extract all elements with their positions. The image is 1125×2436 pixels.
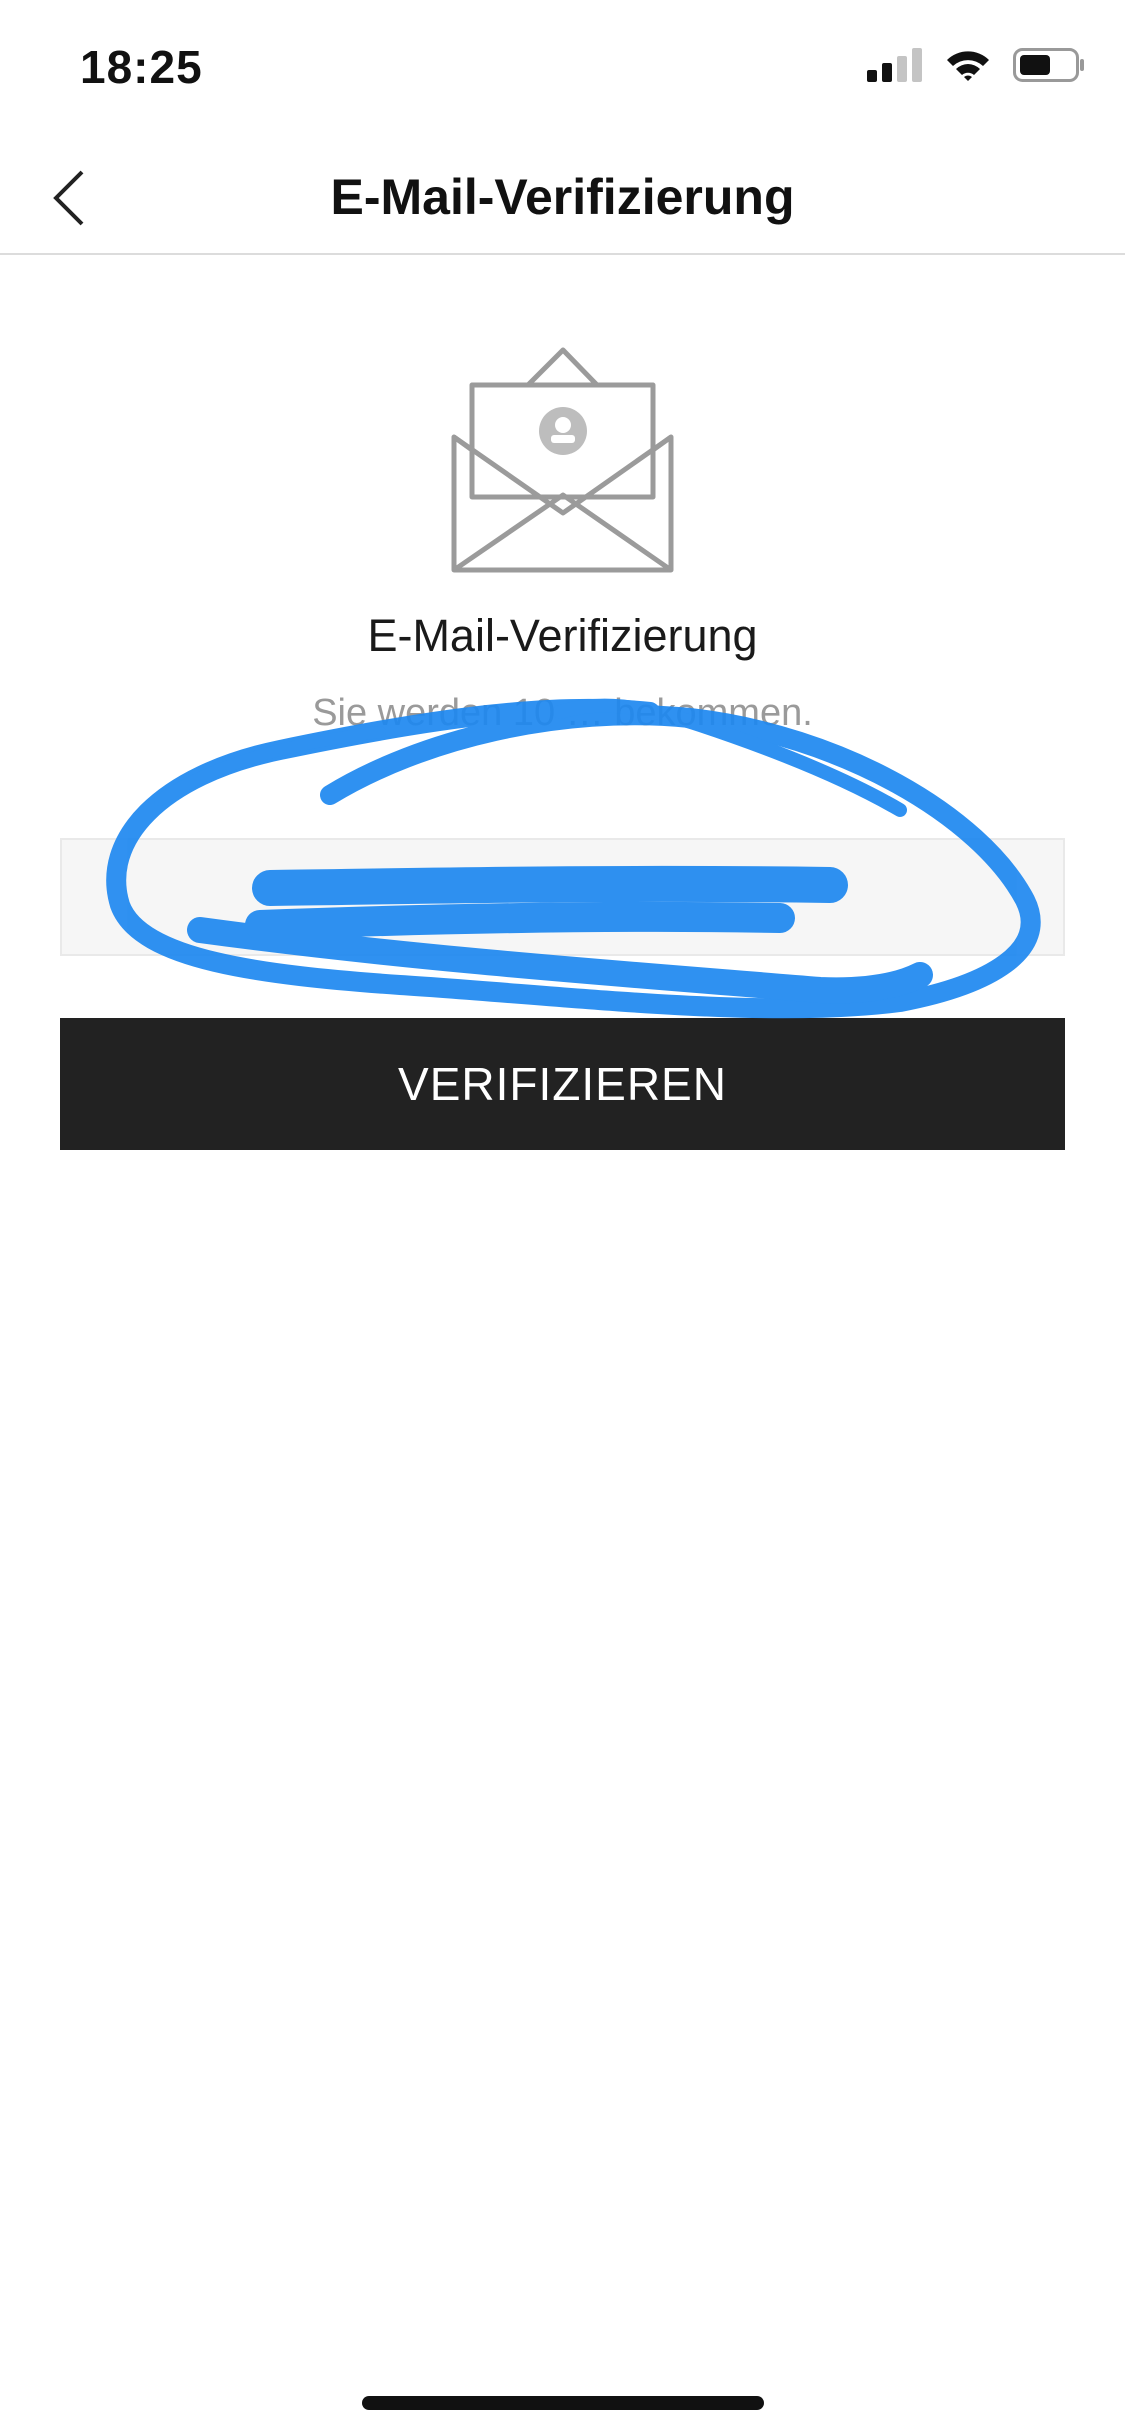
page-title: E-Mail-Verifizierung	[330, 169, 795, 225]
status-icons	[867, 48, 1085, 82]
envelope-letter-icon	[451, 347, 674, 573]
battery-icon	[1013, 48, 1084, 82]
verification-code-input[interactable]	[60, 838, 1065, 956]
signal-icon	[867, 48, 922, 82]
home-indicator	[362, 2396, 764, 2410]
envelope-illustration	[450, 345, 675, 575]
wifi-icon	[947, 51, 989, 81]
verification-subtext: Sie werden 10 … bekommen.	[312, 692, 813, 734]
nav-bar: E-Mail-Verifizierung	[0, 140, 1125, 255]
status-bar: 18:25	[0, 0, 1125, 140]
status-time: 18:25	[80, 41, 203, 93]
verify-button[interactable]: VERIFIZIEREN	[60, 1018, 1065, 1150]
verification-headline: E-Mail-Verifizierung	[367, 610, 758, 661]
